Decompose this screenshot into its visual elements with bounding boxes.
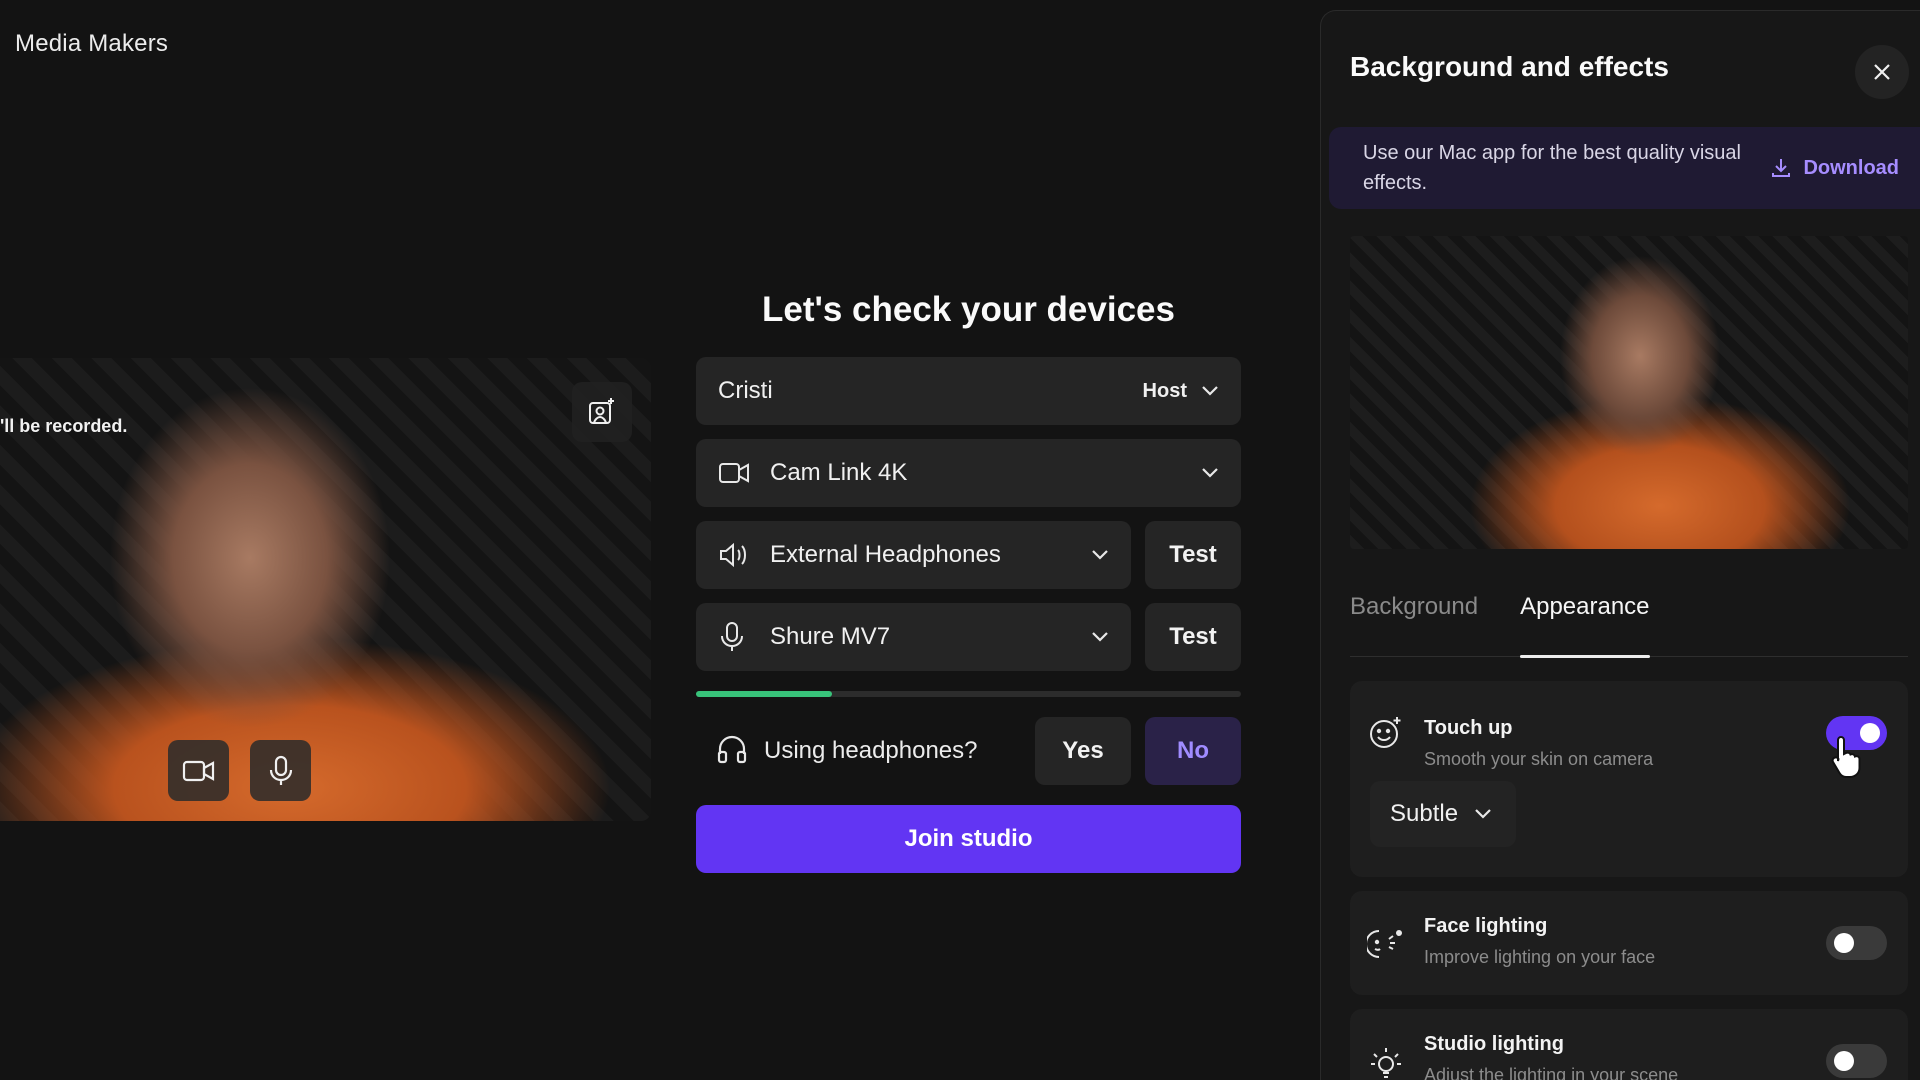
camera-preview: 'll be recorded. <box>0 358 651 821</box>
role-select[interactable]: Host <box>1143 380 1187 403</box>
download-icon <box>1772 159 1791 177</box>
tab-background[interactable]: Background <box>1350 591 1478 657</box>
headphones-no-button[interactable]: No <box>1145 717 1241 785</box>
download-label: Download <box>1803 156 1899 179</box>
face-lighting-toggle[interactable] <box>1826 926 1887 960</box>
image-sparkle-icon <box>589 398 614 424</box>
hand-cursor-icon <box>1831 735 1861 778</box>
name-value: Cristi <box>718 377 773 404</box>
mic-level-meter <box>696 691 1241 697</box>
microphone-icon <box>269 755 292 785</box>
touch-up-subtitle: Smooth your skin on camera <box>1424 749 1654 769</box>
face-lighting-card: Face lighting Improve lighting on your f… <box>1350 891 1908 995</box>
mic-level-fill <box>696 691 833 697</box>
touch-up-title: Touch up <box>1424 717 1513 739</box>
effects-tabs: Background Appearance <box>1350 591 1908 658</box>
chevron-down-icon <box>1202 468 1218 478</box>
banner-message: Use our Mac app for the best quality vis… <box>1363 142 1741 194</box>
microphone-value: Shure MV7 <box>770 623 891 650</box>
brand-title: Media Makers <box>15 30 169 57</box>
face-light-icon <box>1367 930 1402 958</box>
touch-up-level-value: Subtle <box>1390 800 1459 827</box>
smile-sparkle-icon <box>1370 717 1401 748</box>
close-button[interactable] <box>1855 45 1909 99</box>
camera-value: Cam Link 4K <box>770 459 908 486</box>
lightbulb-icon <box>1371 1048 1401 1078</box>
effects-panel: Background and effects Use our Mac app f… <box>1320 10 1920 1080</box>
camera-select[interactable]: Cam Link 4K <box>696 439 1241 507</box>
toggle-knob <box>1834 1051 1854 1071</box>
mac-app-banner: Use our Mac app for the best quality vis… <box>1329 127 1920 209</box>
headphones-question: Using headphones? Yes No <box>696 717 1241 785</box>
studio-lighting-toggle[interactable] <box>1826 1044 1887 1078</box>
panel-title: Background and effects <box>1350 51 1669 82</box>
device-check: Let's check your devices Cristi Host Cam… <box>696 290 1241 873</box>
effects-button[interactable] <box>572 382 632 442</box>
microphone-icon <box>721 622 743 651</box>
face-lighting-title: Face lighting <box>1424 915 1548 937</box>
speaker-test-button[interactable]: Test <box>1145 521 1241 589</box>
toggle-knob <box>1834 933 1854 953</box>
mic-toggle-button[interactable] <box>250 740 311 801</box>
join-studio-button[interactable]: Join studio <box>696 805 1241 873</box>
name-field[interactable]: Cristi Host <box>696 357 1241 425</box>
recording-notice: 'll be recorded. <box>0 416 128 436</box>
tab-appearance[interactable]: Appearance <box>1520 591 1650 658</box>
touch-up-card: Touch up Smooth your skin on camera Subt… <box>1350 681 1908 877</box>
mic-test-button[interactable]: Test <box>1145 603 1241 671</box>
studio-lighting-subtitle: Adjust the lighting in your scene <box>1424 1065 1679 1080</box>
headphones-yes-button[interactable]: Yes <box>1035 717 1131 785</box>
touch-up-level-select[interactable]: Subtle <box>1370 781 1517 847</box>
studio-lighting-card: Studio lighting Adjust the lighting in y… <box>1350 1009 1908 1080</box>
speaker-select[interactable]: External Headphones <box>696 521 1131 589</box>
devices-heading: Let's check your devices <box>762 290 1175 329</box>
close-icon <box>1874 64 1890 80</box>
headphones-icon <box>717 735 747 763</box>
microphone-select[interactable]: Shure MV7 <box>696 603 1131 671</box>
chevron-down-icon <box>1475 809 1491 819</box>
chevron-down-icon <box>1202 386 1218 396</box>
studio-lighting-title: Studio lighting <box>1424 1033 1564 1055</box>
camera-icon <box>182 760 214 781</box>
camera-icon <box>719 463 749 483</box>
speaker-value: External Headphones <box>770 541 1001 568</box>
effects-preview <box>1350 236 1908 549</box>
camera-toggle-button[interactable] <box>168 740 229 801</box>
chevron-down-icon <box>1092 550 1108 560</box>
download-link[interactable]: Download <box>1769 156 1899 180</box>
headphones-question-label: Using headphones? <box>764 737 978 764</box>
chevron-down-icon <box>1092 632 1108 642</box>
face-lighting-subtitle: Improve lighting on your face <box>1424 947 1656 967</box>
speaker-icon <box>720 542 746 568</box>
